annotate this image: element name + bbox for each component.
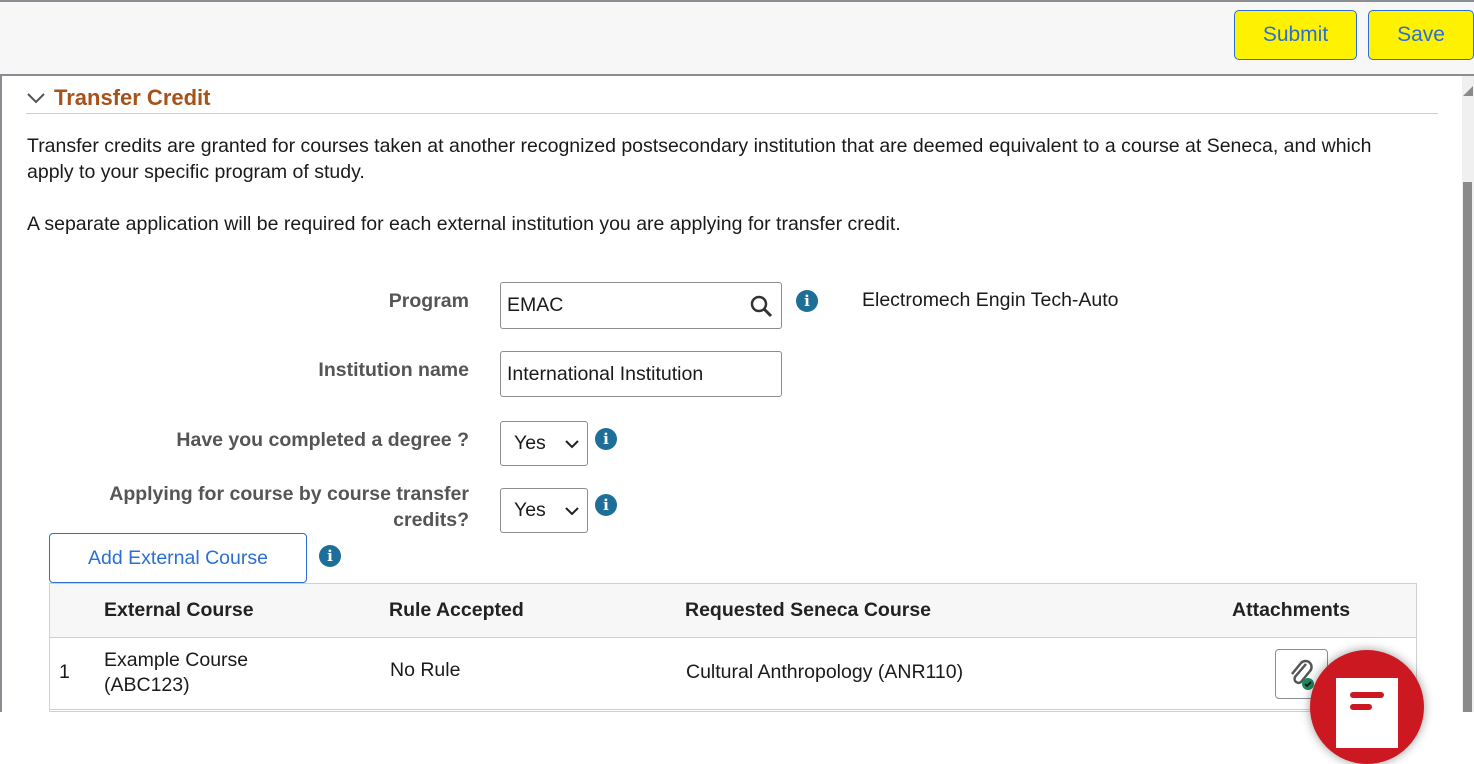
form-icon [1336,678,1398,748]
column-header: Rule Accepted [389,599,524,621]
external-course-name: Example Course [104,649,249,671]
program-description: Electromech Engin Tech-Auto [862,289,1119,311]
program-label: Program [388,290,469,312]
requested-course-cell: Cultural Anthropology (ANR110) [686,661,964,683]
rule-accepted-cell: No Rule [390,659,461,681]
feedback-button[interactable] [1310,650,1424,764]
info-icon[interactable]: i [319,545,341,567]
info-icon[interactable]: i [595,428,617,450]
external-courses-table: External Course Rule Accepted Requested … [49,583,1417,712]
intro-text: Transfer credits are granted for courses… [27,135,1372,183]
institution-value: International Institution [507,362,704,385]
column-header: Attachments [1232,599,1351,621]
submit-button[interactable]: Submit [1234,10,1357,60]
course-by-course-label: Applying for course by course transfer cr… [109,481,469,533]
degree-select[interactable]: Yes [500,421,588,466]
external-course-cell: Example Course (ABC123) [104,648,248,698]
course-by-course-value: Yes [514,499,546,521]
label-line: Applying for course by course transfer [109,483,469,505]
main-content: Transfer Credit Transfer credits are gra… [0,76,1462,712]
table-row: 1 Example Course (ABC123) No Rule Cultura… [50,638,1416,710]
info-icon[interactable]: i [796,290,818,312]
info-icon[interactable]: i [595,494,617,516]
section-header-transfer-credit[interactable]: Transfer Credit [26,82,1438,114]
note-text: A separate application will be required … [27,213,901,235]
column-header: Requested Seneca Course [685,599,932,621]
save-button[interactable]: Save [1368,10,1474,60]
program-value: EMAC [507,294,564,316]
course-by-course-select[interactable]: Yes [500,488,588,533]
add-external-course-button[interactable]: Add External Course [49,533,307,583]
search-icon[interactable] [749,294,773,318]
scrollbar-thumb[interactable] [1463,182,1472,712]
chevron-down-icon [27,92,45,103]
scroll-up-arrow-icon[interactable] [1463,86,1473,96]
row-number: 1 [59,661,70,683]
institution-input[interactable]: International Institution [500,351,782,397]
table-header: External Course Rule Accepted Requested … [50,584,1416,638]
external-course-code: (ABC123) [104,674,190,696]
section-title: Transfer Credit [54,84,211,110]
column-header: External Course [104,599,254,621]
chevron-down-icon [565,507,579,516]
institution-label: Institution name [318,359,469,381]
program-input[interactable]: EMAC [500,282,782,329]
degree-label: Have you completed a degree ? [176,429,469,451]
action-toolbar: Submit Save [0,0,1474,76]
label-line: credits? [393,509,469,531]
degree-value: Yes [514,432,546,454]
chevron-down-icon [565,440,579,449]
